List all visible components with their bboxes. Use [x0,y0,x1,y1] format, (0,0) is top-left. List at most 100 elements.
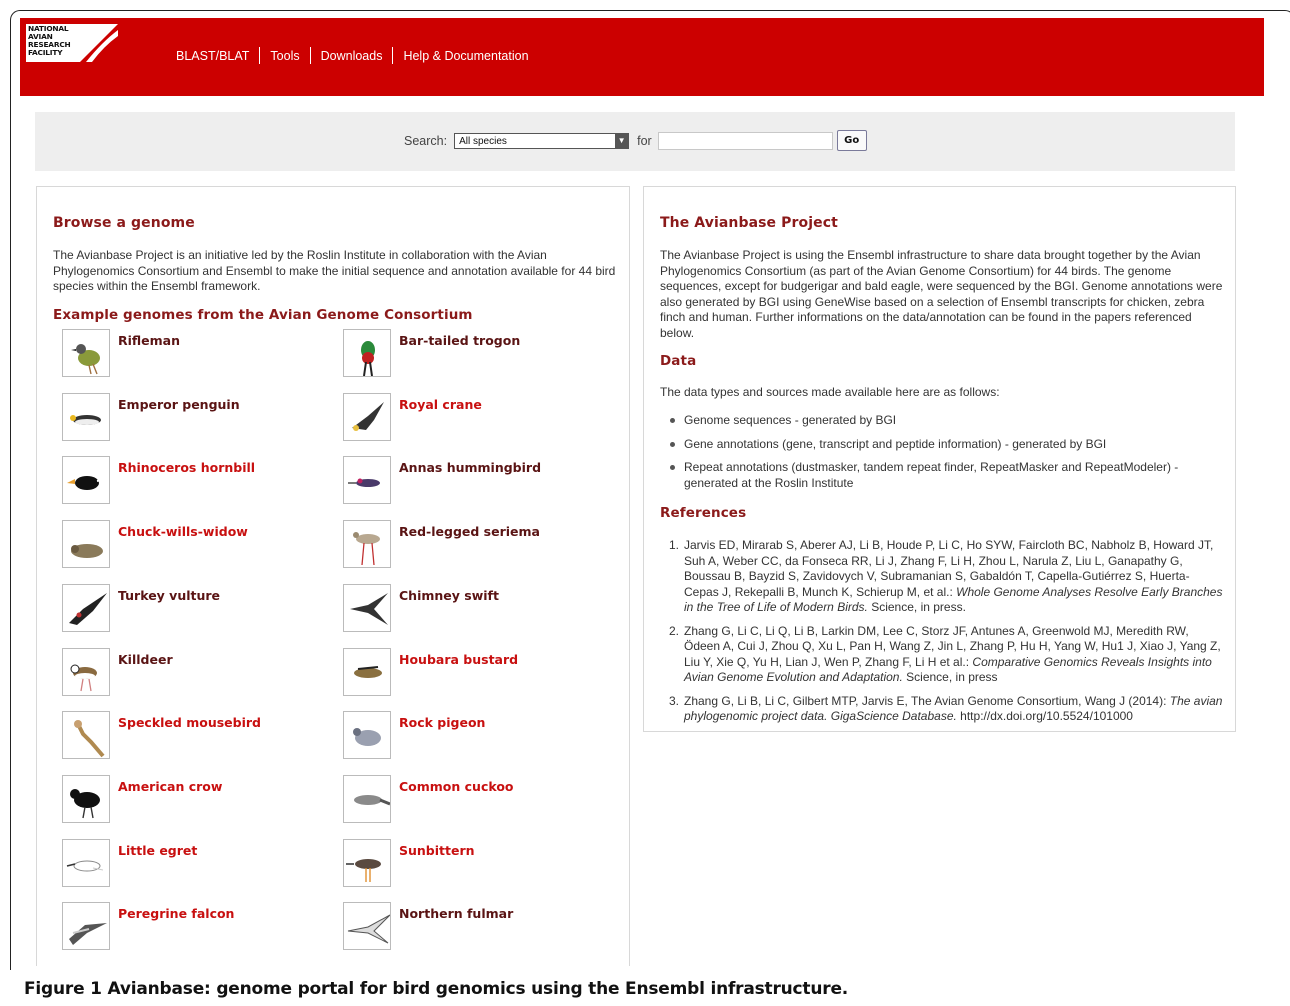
avianbase-project-panel: The Avianbase Project The Avianbase Proj… [643,186,1236,732]
nav-divider [309,47,311,64]
bird-entry[interactable]: Common cuckoo [343,774,603,827]
go-button[interactable]: Go [836,130,867,151]
figure-caption: Figure 1 Avianbase: genome portal for bi… [24,979,848,999]
project-title: The Avianbase Project [660,215,838,231]
data-list: Genome sequences - generated by BGI Gene… [660,413,1210,499]
reference-item: 2. Zhang G, Li C, Li Q, Li B, Larkin DM, … [669,623,1221,685]
data-intro: The data types and sources made availabl… [660,385,1000,399]
bird-link[interactable]: Little egret [118,843,197,858]
references-list: 1. Jarvis ED, Mirarab S, Aberer AJ, Li B,… [660,538,1224,733]
bird-link[interactable]: Killdeer [118,652,173,667]
penguin-icon[interactable] [62,392,110,441]
data-item: Genome sequences - generated by BGI [660,413,1210,429]
bird-link[interactable]: Rock pigeon [399,715,485,730]
seriema-icon[interactable] [343,520,391,569]
site-header: NATIONAL AVIAN RESEARCH FACILITY BLAST/B… [20,18,1264,96]
nav-help[interactable]: Help & Documentation [403,49,528,63]
nightjar-icon[interactable] [62,520,110,569]
bird-link[interactable]: Royal crane [399,397,482,412]
fulmar-icon[interactable] [343,902,391,951]
species-select-value: All species [459,135,507,147]
dropdown-arrow-icon[interactable]: ▼ [615,133,629,148]
browse-intro: The Avianbase Project is an initiative l… [53,248,616,293]
bird-entry[interactable]: Rock pigeon [343,711,603,763]
browse-title: Browse a genome [53,215,195,231]
bird-entry[interactable]: Turkey vulture [62,583,322,636]
bird-entry[interactable]: Chuck-wills-widow [62,520,322,572]
bird-entry[interactable]: Killdeer [62,647,322,700]
bustard-icon[interactable] [343,647,391,696]
project-intro: The Avianbase Project is using the Ensem… [660,248,1223,340]
vulture-icon[interactable] [62,583,110,632]
bird-link[interactable]: Annas hummingbird [399,460,541,475]
main-nav: BLAST/BLAT Tools Downloads Help & Docume… [176,47,529,64]
data-item: Repeat annotations (dustmasker, tandem r… [660,460,1210,491]
logo-text: NATIONAL AVIAN RESEARCH FACILITY [28,24,71,57]
bird-entry[interactable]: Chimney swift [343,583,603,636]
data-item: Gene annotations (gene, transcript and p… [660,437,1210,453]
figure-label: Figure 1 [24,979,102,999]
data-title: Data [660,353,697,369]
egret-icon[interactable] [62,838,110,887]
bird-entry[interactable]: Sunbittern [343,838,603,891]
killdeer-icon[interactable] [62,647,110,696]
reference-item: 1. Jarvis ED, Mirarab S, Aberer AJ, Li B,… [669,538,1223,614]
bird-link[interactable]: Houbara bustard [399,652,518,667]
nav-tools[interactable]: Tools [270,49,299,63]
trogon-icon[interactable] [343,329,391,377]
bird-entry[interactable]: Red-legged seriema [343,520,603,572]
doi-link[interactable]: http://dx.doi.org/10.5524/101000 [957,709,1133,723]
crane-icon[interactable] [343,392,391,441]
bird-link[interactable]: Rifleman [118,333,180,348]
swift-icon[interactable] [343,583,391,632]
falcon-icon[interactable] [62,902,110,951]
for-label: for [637,133,652,148]
nav-blast[interactable]: BLAST/BLAT [176,49,249,63]
search-input[interactable] [657,131,833,150]
bird-entry[interactable]: Houbara bustard [343,647,603,700]
bird-link[interactable]: Rhinoceros hornbill [118,460,255,475]
bird-link[interactable]: Turkey vulture [118,588,220,603]
bird-link[interactable]: Emperor penguin [118,397,240,412]
pigeon-icon[interactable] [343,711,391,760]
bird-entry[interactable]: Rifleman [62,329,322,381]
bird-entry[interactable]: Little egret [62,838,322,891]
logo-swoosh-icon [80,24,118,62]
bird-link[interactable]: Chimney swift [399,588,499,603]
references-title: References [660,505,747,521]
bird-entry[interactable]: Peregrine falcon [62,902,322,954]
search-label: Search: [404,133,448,148]
bird-entry[interactable]: Bar-tailed trogon [343,329,603,381]
hummingbird-icon[interactable] [343,456,391,505]
hornbill-icon[interactable] [62,456,110,505]
search-bar: Search: All species ▼ for Go [35,112,1235,171]
figure-caption-text: Avianbase: genome portal for bird genomi… [101,979,849,999]
bird-entry[interactable]: Royal crane [343,392,603,445]
bird-link[interactable]: American crow [118,779,222,794]
nav-downloads[interactable]: Downloads [321,49,383,63]
browse-genome-panel: Browse a genome The Avianbase Project is… [36,186,630,966]
bird-link[interactable]: Sunbittern [399,843,475,858]
species-select[interactable]: All species ▼ [454,132,630,149]
bird-link[interactable]: Bar-tailed trogon [399,333,520,348]
sunbittern-icon[interactable] [343,838,391,887]
bird-link[interactable]: Chuck-wills-widow [118,524,248,539]
bird-entry[interactable]: Annas hummingbird [343,456,603,508]
bird-entry[interactable]: Northern fulmar [343,902,603,954]
bird-link[interactable]: Northern fulmar [399,906,513,921]
bird-link[interactable]: Speckled mousebird [118,715,261,730]
bird-entry[interactable]: American crow [62,774,322,827]
reference-item: 3. Zhang G, Li B, Li C, Gilbert MTP, Jarv… [669,693,1223,724]
nav-divider [392,47,394,64]
bird-link[interactable]: Peregrine falcon [118,906,234,921]
mousebird-icon[interactable] [62,711,110,760]
crow-icon[interactable] [62,774,110,823]
bird-link[interactable]: Red-legged seriema [399,524,540,539]
bird-entry[interactable]: Rhinoceros hornbill [62,456,322,508]
cuckoo-icon[interactable] [343,774,391,823]
bird-entry[interactable]: Speckled mousebird [62,711,322,763]
site-logo[interactable]: NATIONAL AVIAN RESEARCH FACILITY [26,24,118,62]
bird-link[interactable]: Common cuckoo [399,779,514,794]
rifleman-icon[interactable] [62,329,110,377]
bird-entry[interactable]: Emperor penguin [62,392,322,445]
